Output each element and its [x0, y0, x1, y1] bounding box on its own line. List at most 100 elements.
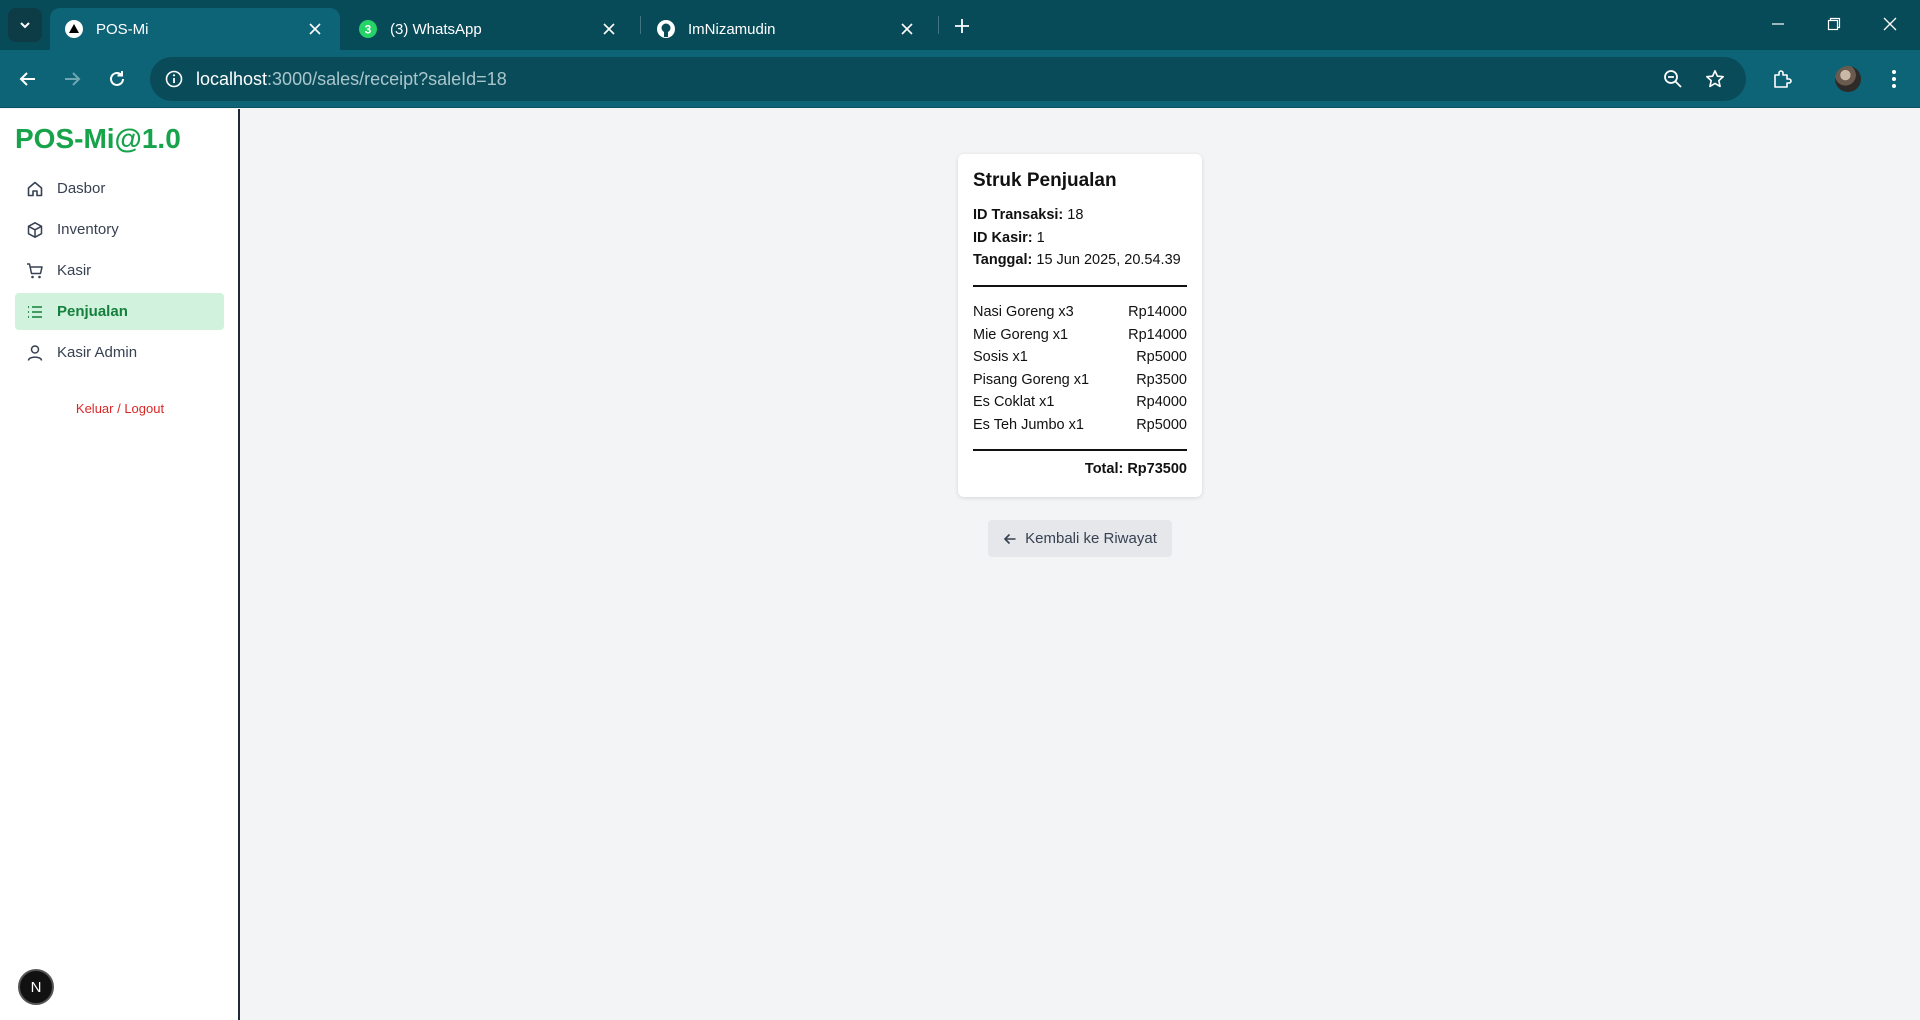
- zoom-button[interactable]: [1660, 66, 1686, 92]
- divider: [973, 449, 1187, 451]
- browser-toolbar: localhost:3000/sales/receipt?saleId=18: [0, 50, 1920, 108]
- sidebar-item-kasir-admin[interactable]: Kasir Admin: [15, 334, 224, 371]
- star-icon: [1706, 70, 1724, 88]
- browser-menu-button[interactable]: [1878, 63, 1910, 95]
- divider: [973, 285, 1187, 287]
- sidebar-item-inventory[interactable]: Inventory: [15, 211, 224, 248]
- minimize-icon: [1772, 23, 1784, 25]
- whatsapp-badge: 3: [365, 23, 372, 37]
- tab-whatsapp[interactable]: 3 (3) WhatsApp: [344, 8, 634, 50]
- reload-button[interactable]: [101, 63, 133, 95]
- close-icon: [1883, 17, 1897, 31]
- receipt-card: Struk Penjualan ID Transaksi: 18 ID Kasi…: [958, 154, 1202, 497]
- minimize-button[interactable]: [1750, 0, 1806, 48]
- user-icon: [26, 344, 44, 362]
- arrow-right-icon: [65, 72, 81, 86]
- tab-title: (3) WhatsApp: [390, 20, 482, 38]
- transaction-id-row: ID Transaksi: 18: [973, 204, 1181, 227]
- cashier-id-label: ID Kasir:: [973, 229, 1033, 246]
- sidebar-item-dasbor[interactable]: Dasbor: [15, 170, 224, 207]
- profile-button[interactable]: [1832, 63, 1864, 95]
- item-price: Rp5000: [1136, 416, 1187, 433]
- restore-button[interactable]: [1806, 0, 1862, 48]
- item-name: Nasi Goreng x3: [973, 304, 1074, 320]
- plus-icon: [955, 19, 969, 33]
- date-label: Tanggal:: [973, 252, 1033, 268]
- url-host: localhost: [196, 69, 268, 89]
- receipt-meta: ID Transaksi: 18 ID Kasir: 1 Tanggal: 15…: [973, 204, 1181, 272]
- tab-github[interactable]: ImNizamudin: [642, 8, 932, 50]
- cashier-id-value: 1: [1036, 229, 1045, 246]
- extensions-button[interactable]: [1766, 63, 1798, 95]
- tab-title: ImNizamudin: [688, 20, 776, 38]
- close-window-button[interactable]: [1862, 0, 1918, 48]
- info-icon: [165, 70, 183, 88]
- sidebar-item-penjualan[interactable]: Penjualan: [15, 293, 224, 330]
- cart-icon: [26, 262, 44, 280]
- sidebar-item-label: Kasir Admin: [57, 344, 138, 361]
- item-name: Es Teh Jumbo x1: [973, 416, 1084, 433]
- arrow-left-icon: [1003, 532, 1017, 546]
- item-price: Rp5000: [1136, 349, 1187, 365]
- restore-icon: [1827, 17, 1841, 31]
- new-tab-button[interactable]: [948, 12, 976, 40]
- receipt-item-row: Sosis x1 Rp5000: [973, 346, 1187, 369]
- receipt-title: Struk Penjualan: [973, 170, 1117, 191]
- cashier-id-row: ID Kasir: 1: [973, 227, 1181, 250]
- sidebar-item-kasir[interactable]: Kasir: [15, 252, 224, 289]
- address-bar[interactable]: localhost:3000/sales/receipt?saleId=18: [150, 57, 1746, 101]
- date-row: Tanggal: 15 Jun 2025, 20.54.39: [973, 249, 1181, 272]
- browser-tab-bar: POS-Mi 3 (3) WhatsApp ImNizamudin: [0, 0, 1920, 50]
- back-to-history-button[interactable]: Kembali ke Riwayat: [988, 520, 1172, 557]
- item-name: Es Coklat x1: [973, 394, 1055, 410]
- nextjs-dev-badge[interactable]: N: [18, 969, 54, 1005]
- tab-search-button[interactable]: [8, 8, 42, 42]
- bookmark-button[interactable]: [1702, 66, 1728, 92]
- item-name: Mie Goreng x1: [973, 326, 1069, 343]
- close-icon[interactable]: [896, 18, 918, 40]
- back-button-label: Kembali ke Riwayat: [1025, 530, 1157, 547]
- box-icon: [26, 221, 44, 239]
- receipt-total: Total: Rp73500: [1084, 461, 1187, 477]
- transaction-id-value: 18: [1067, 207, 1084, 223]
- list-icon: [26, 303, 44, 321]
- kebab-menu-icon: [1892, 70, 1896, 88]
- arrow-left-icon: [19, 72, 35, 86]
- site-info-button[interactable]: [160, 65, 188, 93]
- home-icon: [26, 180, 44, 198]
- back-button[interactable]: [12, 63, 44, 95]
- chevron-down-icon: [20, 22, 30, 29]
- item-name: Sosis x1: [973, 349, 1028, 365]
- sidebar-item-label: Dasbor: [57, 180, 106, 197]
- sidebar: POS-Mi@1.0 Dasbor Inventory Kasir Penjua…: [0, 109, 240, 1020]
- sidebar-item-label: Kasir: [57, 262, 92, 279]
- receipt-item-row: Nasi Goreng x3 Rp14000: [973, 301, 1187, 324]
- item-price: Rp14000: [1128, 304, 1187, 320]
- avatar: [1835, 66, 1861, 92]
- whatsapp-icon: 3: [358, 19, 378, 39]
- puzzle-icon: [1774, 70, 1792, 88]
- receipt-item-row: Es Coklat x1 Rp4000: [973, 391, 1187, 414]
- tab-separator: [640, 16, 641, 34]
- sidebar-item-label: Penjualan: [57, 303, 128, 320]
- receipt-item-row: Es Teh Jumbo x1 Rp5000: [973, 414, 1187, 437]
- tab-title: POS-Mi: [96, 20, 149, 38]
- tab-separator: [938, 16, 939, 34]
- close-icon[interactable]: [598, 18, 620, 40]
- logout-link[interactable]: Keluar / Logout: [0, 401, 240, 416]
- item-price: Rp3500: [1136, 371, 1187, 388]
- github-icon: [656, 19, 676, 39]
- item-price: Rp14000: [1128, 326, 1187, 343]
- sidebar-nav: Dasbor Inventory Kasir Penjualan Kasir A…: [15, 170, 224, 375]
- brand-logo[interactable]: POS-Mi@1.0: [15, 123, 181, 155]
- receipt-item-row: Pisang Goreng x1 Rp3500: [973, 369, 1187, 392]
- url-path: :3000/sales/receipt?saleId=18: [267, 69, 507, 89]
- date-value: 15 Jun 2025, 20.54.39: [1036, 252, 1181, 268]
- reload-icon: [110, 71, 124, 86]
- transaction-id-label: ID Transaksi:: [973, 207, 1064, 223]
- forward-button[interactable]: [56, 63, 88, 95]
- triangle-icon: [64, 19, 84, 39]
- tab-pos-mi[interactable]: POS-Mi: [50, 8, 340, 50]
- close-icon[interactable]: [304, 18, 326, 40]
- receipt-item-row: Mie Goreng x1 Rp14000: [973, 324, 1187, 347]
